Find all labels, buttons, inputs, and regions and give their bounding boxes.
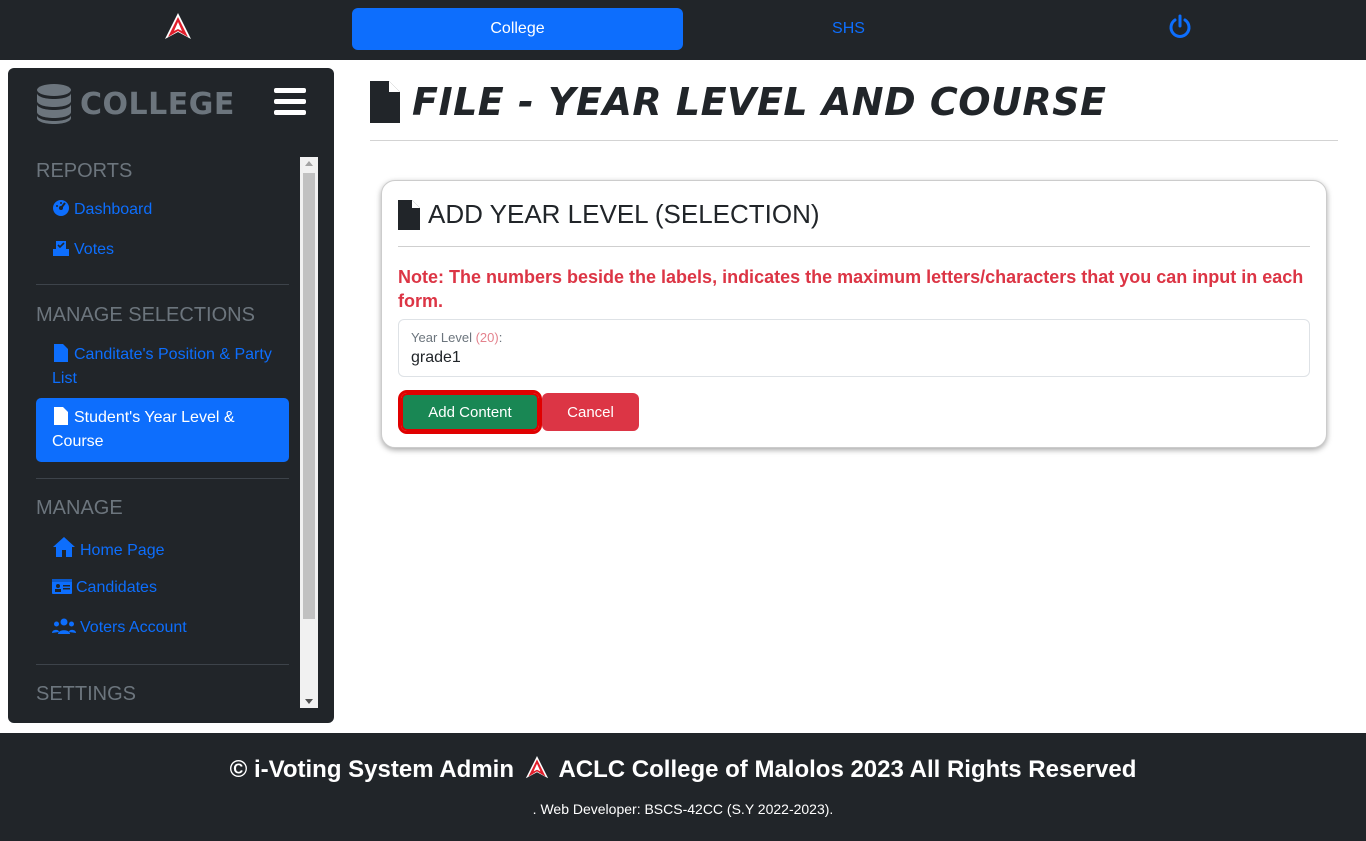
database-icon bbox=[37, 84, 71, 124]
sidebar: COLLEGE REPORTS Dashboard Votes MANAGE S… bbox=[8, 68, 334, 723]
home-icon bbox=[53, 537, 75, 557]
sidebar-item-label: Dashboard bbox=[74, 201, 153, 218]
vote-box-icon bbox=[53, 241, 69, 256]
sidebar-item-label: Candidates bbox=[76, 579, 157, 596]
card-title: ADD YEAR LEVEL (SELECTION) bbox=[398, 199, 820, 230]
sidebar-scrollbar[interactable] bbox=[300, 157, 318, 708]
menu-divider bbox=[36, 284, 289, 285]
footer: © i-Voting System Admin ACLC College of … bbox=[0, 733, 1366, 841]
file-icon bbox=[398, 199, 420, 230]
tab-shs[interactable]: SHS bbox=[683, 8, 1014, 50]
section-manage: MANAGE bbox=[36, 497, 123, 519]
sidebar-item-voters-account[interactable]: Voters Account bbox=[52, 616, 292, 640]
tab-college[interactable]: College bbox=[352, 8, 683, 50]
section-settings: SETTINGS bbox=[36, 683, 137, 705]
sidebar-item-label: Student's Year Level & Course bbox=[52, 409, 235, 450]
sidebar-item-votes[interactable]: Votes bbox=[52, 238, 292, 262]
file-icon bbox=[54, 344, 68, 362]
title-divider bbox=[370, 140, 1338, 141]
page-title-text: FILE - YEAR LEVEL AND COURSE bbox=[412, 80, 1107, 124]
sidebar-item-label: Canditate's Position & Party List bbox=[52, 346, 272, 387]
menu-divider bbox=[36, 478, 289, 479]
page-title: FILE - YEAR LEVEL AND COURSE bbox=[370, 78, 1106, 126]
sidebar-item-label: Voters Account bbox=[80, 619, 187, 636]
scroll-up-arrow-icon[interactable] bbox=[305, 161, 313, 166]
sidebar-item-year-level-course[interactable]: Student's Year Level & Course bbox=[36, 398, 289, 462]
sidebar-menu: REPORTS Dashboard Votes MANAGE SELECTION… bbox=[8, 156, 304, 708]
dashboard-gauge-icon bbox=[53, 200, 69, 216]
top-navbar: College SHS bbox=[0, 0, 1366, 60]
aclc-logo-icon[interactable] bbox=[164, 12, 192, 42]
footer-copyright: © i-Voting System Admin ACLC College of … bbox=[0, 755, 1366, 784]
sidebar-item-candidate-position[interactable]: Canditate's Position & Party List bbox=[52, 343, 292, 391]
footer-copyright-right: ACLC College of Malolos 2023 All Rights … bbox=[558, 756, 1137, 783]
sidebar-brand-title: COLLEGE bbox=[80, 86, 235, 122]
footer-copyright-left: © i-Voting System Admin bbox=[229, 756, 514, 783]
add-year-level-card: ADD YEAR LEVEL (SELECTION) Note: The num… bbox=[381, 180, 1327, 448]
scrollbar-thumb[interactable] bbox=[303, 173, 315, 619]
sidebar-item-dashboard[interactable]: Dashboard bbox=[52, 198, 292, 222]
aclc-logo-icon bbox=[525, 756, 548, 779]
id-card-icon bbox=[52, 579, 72, 594]
card-divider bbox=[398, 246, 1310, 247]
power-icon[interactable] bbox=[1167, 14, 1193, 40]
cancel-button[interactable]: Cancel bbox=[542, 393, 639, 431]
max-char-count: (20) bbox=[475, 330, 499, 345]
field-label-text: Year Level bbox=[411, 330, 472, 345]
section-manage-selections: MANAGE SELECTIONS bbox=[36, 304, 255, 326]
file-icon bbox=[54, 407, 68, 425]
users-icon bbox=[52, 618, 76, 634]
sidebar-item-candidates[interactable]: Candidates bbox=[52, 576, 292, 600]
hamburger-menu-icon[interactable] bbox=[274, 88, 306, 116]
note-text: Note: The numbers beside the labels, ind… bbox=[398, 267, 1304, 311]
label-colon: : bbox=[498, 330, 503, 345]
card-title-text: ADD YEAR LEVEL (SELECTION) bbox=[428, 199, 820, 229]
file-icon bbox=[370, 81, 400, 123]
footer-developer: . Web Developer: BSCS-42CC (S.Y 2022-202… bbox=[532, 801, 834, 817]
sidebar-item-label: Home Page bbox=[80, 542, 165, 559]
sidebar-item-label: Votes bbox=[74, 241, 115, 258]
sidebar-brand: COLLEGE bbox=[36, 82, 235, 126]
year-level-input[interactable]: grade1 bbox=[411, 349, 461, 367]
add-content-button[interactable]: Add Content bbox=[398, 390, 542, 434]
year-level-label: Year Level (20): bbox=[411, 330, 502, 345]
year-level-field[interactable]: Year Level (20): grade1 bbox=[398, 319, 1310, 377]
menu-divider bbox=[36, 664, 289, 665]
scroll-down-arrow-icon[interactable] bbox=[305, 699, 313, 704]
sidebar-item-home-page[interactable]: Home Page bbox=[52, 536, 292, 563]
section-reports: REPORTS bbox=[36, 160, 133, 182]
